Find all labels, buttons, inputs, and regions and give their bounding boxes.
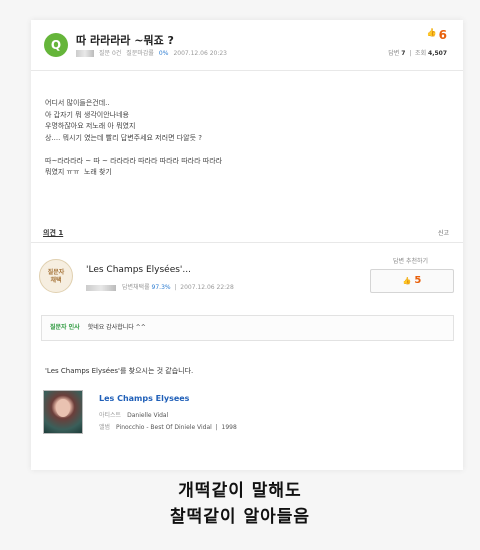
answer-recommend-count: 5 — [414, 275, 422, 286]
song-album-row: 앨범 Pinocchio - Best Of Diniele Vidal | 19… — [99, 424, 237, 431]
question-body-line: 상.... 뭐시기 였는데 빨리 답변주세요 저러면 다알듯 ? — [45, 133, 202, 142]
blurred-username — [76, 50, 94, 57]
page-background: Q 따 라라라라 ~뭐죠 ? 질문 0건 질문마감률 0% 2007.12.06 20… — [0, 0, 480, 550]
artist-value[interactable]: Danielle Vidal — [127, 412, 168, 419]
answer-section: 질문자 채택 'Les Champs Elysées'... 답변채택률 97.… — [31, 246, 463, 470]
answer-rate-value: 97.3% — [151, 284, 171, 291]
question-body-line: 아 갑자기 뭐 생각이안나네용 — [45, 110, 129, 119]
question-grade: 질문 0건 — [99, 50, 122, 57]
song-title-link[interactable]: Les Champs Elysees — [99, 394, 189, 403]
song-artist-row: 아티스트 Danielle Vidal — [99, 410, 168, 419]
asker-selected-badge-icon: 질문자 채택 — [39, 259, 73, 293]
qna-card: Q 따 라라라라 ~뭐죠 ? 질문 0건 질문마감률 0% 2007.12.06 20… — [31, 20, 463, 470]
artist-label: 아티스트 — [99, 412, 122, 419]
recommend-answer-button[interactable]: 👍 5 — [370, 269, 454, 293]
question-title[interactable]: 따 라라라라 ~뭐죠 ? — [76, 32, 174, 48]
views-count: 4,507 — [428, 50, 447, 57]
asker-thanks-box: 질문자 인사 핫네요 감사합니다 ^^ — [41, 315, 454, 341]
question-body-line: 따~라라라라 ~ 따 ~ 라라라라 따라라 따라라 따라라 따라라 — [45, 156, 223, 165]
question-body-line: 우명하잖아요 저노래 아 뭐였지 — [45, 122, 136, 130]
album-value[interactable]: Pinocchio - Best Of Diniele Vidal — [116, 424, 212, 431]
question-meta: 질문 0건 질문마감률 0% 2007.12.06 20:23 — [76, 48, 232, 60]
asker-badge-line2: 채택 — [50, 277, 62, 284]
report-link[interactable]: 신고 — [438, 228, 449, 237]
thumbs-up-icon: 👍 — [402, 277, 412, 285]
section-divider — [31, 242, 463, 243]
thumbs-up-icon: 👍 — [426, 28, 437, 37]
opinion-label[interactable]: 의견 1 — [43, 229, 63, 237]
album-label: 앨범 — [99, 424, 111, 431]
opinion-link[interactable]: 의견 1 — [43, 228, 63, 238]
question-recommend-value: 6 — [438, 28, 447, 42]
thanks-text: 핫네요 감사합니다 ^^ — [87, 324, 146, 331]
question-body-line: 뭐였지 ㅠㅠ 노래 찾기 — [45, 168, 112, 176]
closing-rate-value: 0% — [158, 50, 169, 57]
blurred-answerer — [86, 284, 116, 291]
caption-line1: 개떡같이 말해도 — [178, 481, 302, 501]
question-stats: 답변 7 | 조회 4,507 — [388, 50, 447, 57]
answers-label: 답변 — [388, 50, 400, 57]
answer-text: 'Les Champs Elysées'를 찾으시는 것 같습니다. — [45, 367, 194, 375]
question-body-line — [45, 144, 445, 156]
answer-datetime: 2007.12.06 22:28 — [180, 284, 234, 291]
question-body-line: 어디서 많이들은건데.. — [45, 99, 110, 107]
album-cover-face — [56, 399, 70, 417]
answer-title: 'Les Champs Elysées'... — [86, 265, 191, 275]
question-recommend-count: 👍 6 — [427, 28, 447, 42]
question-badge-icon: Q — [44, 33, 68, 57]
thanks-label: 질문자 인사 — [50, 324, 80, 331]
recommend-answer-label: 답변 추천하기 — [393, 258, 429, 265]
closing-rate-label: 질문마감률 — [126, 50, 154, 57]
caption-line2: 찰떡같이 알아들음 — [169, 507, 311, 527]
question-body: 어디서 많이들은건데.. 아 갑자기 뭐 생각이안나네용 우명하잖아요 저노래 … — [45, 98, 445, 179]
question-datetime: 2007.12.06 20:23 — [173, 50, 227, 57]
answer-meta: 답변채택률 97.3% | 2007.12.06 22:28 — [86, 282, 234, 291]
header-divider — [31, 70, 463, 71]
album-cover-image[interactable] — [43, 390, 83, 434]
asker-badge-line1: 질문자 — [47, 269, 65, 276]
answer-rate-label: 답변채택률 — [122, 284, 150, 291]
album-year: 1998 — [221, 424, 237, 431]
views-label: 조회 — [415, 50, 427, 57]
answers-count: 7 — [401, 50, 406, 57]
